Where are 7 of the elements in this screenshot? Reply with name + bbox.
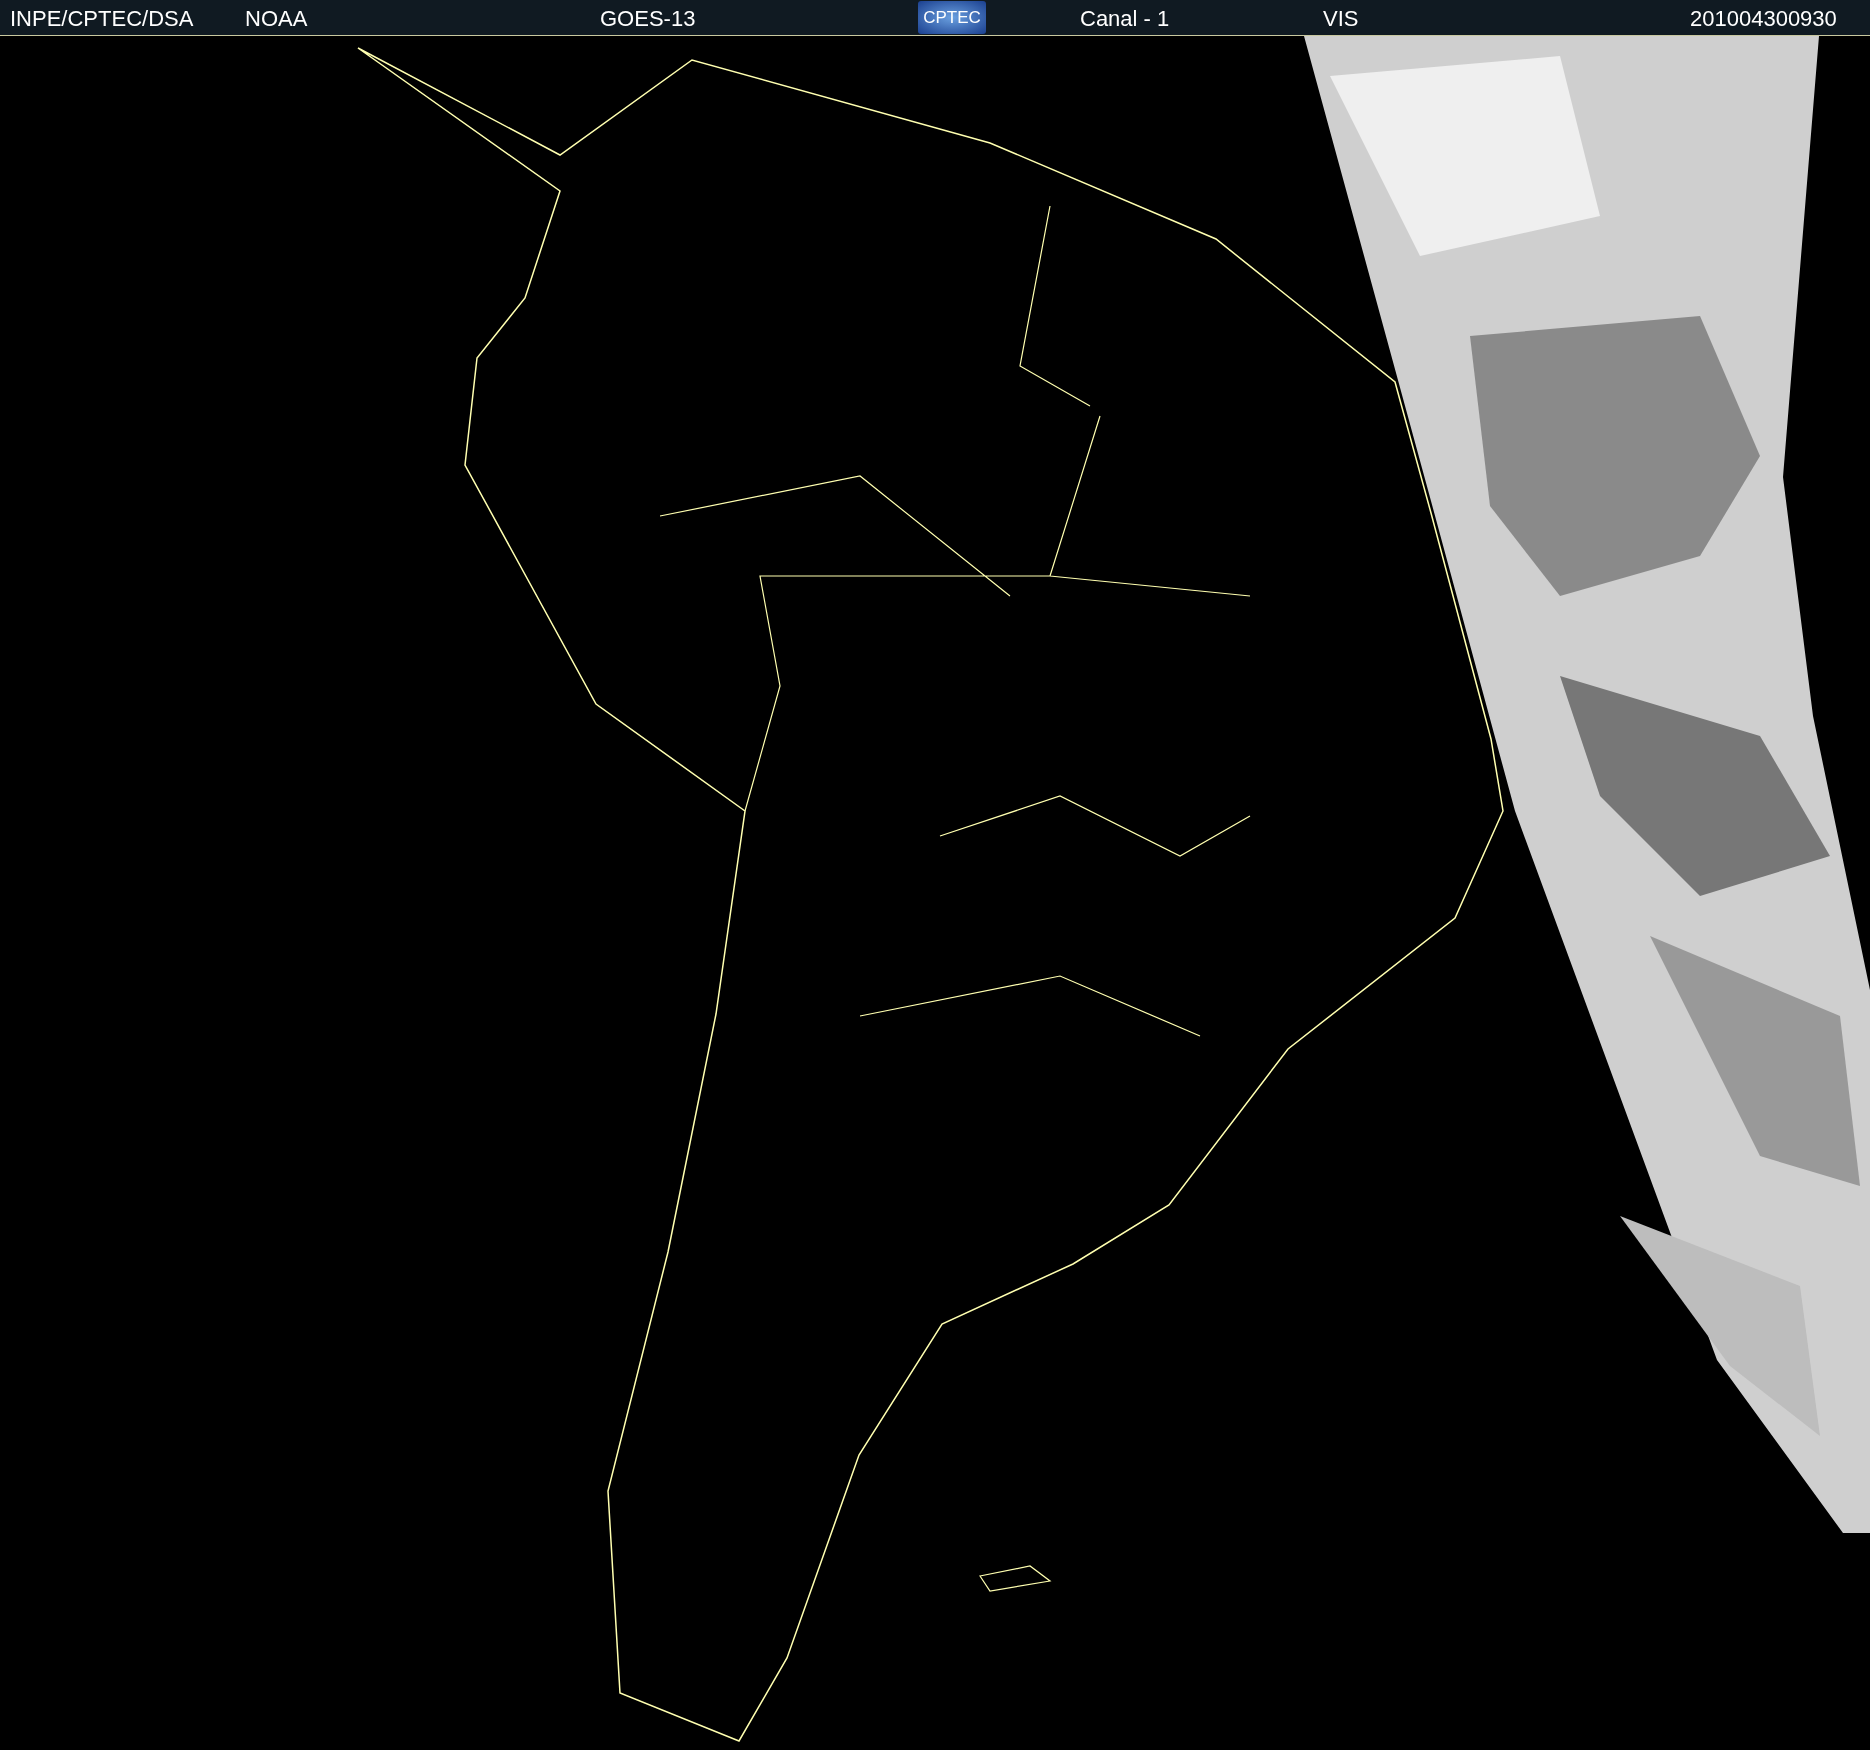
logo: CPTEC: [918, 1, 986, 34]
header-label: INPE/CPTEC/DSA: [10, 6, 194, 32]
header-label: Canal - 1: [1080, 6, 1170, 32]
header-label: VIS: [1323, 6, 1359, 32]
header-label: GOES-13: [600, 6, 696, 32]
header-label: NOAA: [245, 6, 308, 32]
header-label: 201004300930: [1690, 6, 1837, 32]
